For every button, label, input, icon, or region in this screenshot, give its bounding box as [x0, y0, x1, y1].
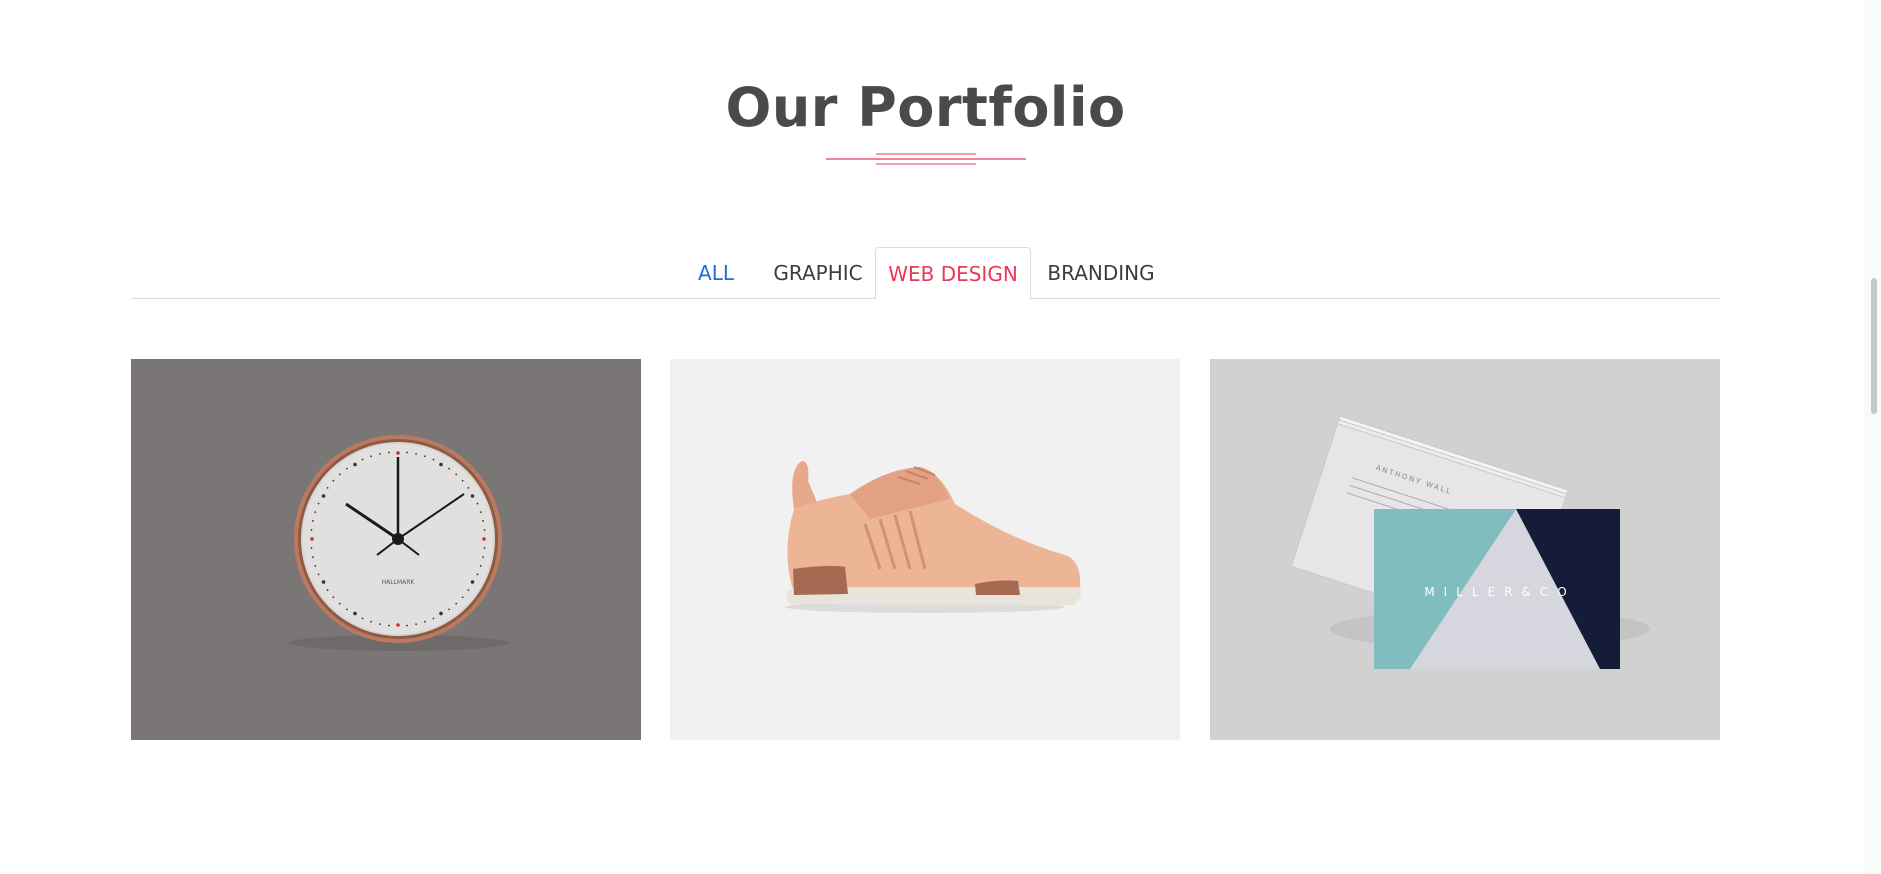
clock-tick	[326, 486, 329, 489]
clock-tick	[338, 602, 341, 605]
clock-tick	[467, 589, 470, 592]
wall-clock-image: HALLMARK	[131, 359, 641, 740]
clock-tick	[388, 451, 390, 454]
clock-tick	[470, 580, 475, 584]
clock-tick	[312, 556, 314, 558]
clock-tick	[461, 596, 464, 599]
clock-tick	[448, 608, 451, 611]
clock-tick	[332, 596, 335, 599]
clock-tick	[314, 564, 317, 567]
clock-tick	[310, 537, 314, 541]
clock-tick	[321, 580, 326, 584]
clock-tick	[439, 611, 443, 616]
clock-tick	[482, 520, 484, 522]
clock-tick	[432, 458, 435, 461]
clock-tick	[345, 608, 348, 611]
clock-tick	[432, 617, 435, 620]
tab-graphic[interactable]: GRAPHIC	[761, 247, 875, 299]
clock-tick	[338, 473, 341, 476]
clock-tick	[317, 573, 320, 576]
clock-face-text: HALLMARK	[382, 579, 416, 586]
section-title: Our Portfolio	[725, 76, 1126, 139]
clock-tick	[479, 564, 482, 567]
clock-tick	[388, 624, 390, 627]
tab-web-design[interactable]: WEB DESIGN	[875, 247, 1031, 300]
sneaker-image	[670, 359, 1180, 740]
clock-tick	[470, 494, 475, 498]
clock-tick	[321, 494, 326, 498]
clock-tick	[317, 502, 320, 505]
clock-tick	[483, 547, 486, 549]
clock-tick	[439, 462, 443, 467]
scrollbar-thumb[interactable]	[1871, 278, 1877, 414]
clock-tick	[423, 620, 426, 623]
clock-tick	[476, 573, 479, 576]
tab-branding[interactable]: BRANDING	[1031, 247, 1171, 299]
portfolio-item-clock[interactable]: HALLMARK	[131, 359, 641, 740]
portfolio-filter-tabs: ALL GRAPHIC WEB DESIGN BRANDING	[131, 247, 1721, 300]
clock-tick	[467, 486, 470, 489]
clock-tick	[482, 556, 484, 558]
portfolio-item-sneaker[interactable]	[670, 359, 1180, 740]
clock-tick	[396, 451, 400, 455]
clock-tick	[326, 589, 329, 592]
clock-tick	[379, 453, 381, 455]
tab-all[interactable]: ALL	[683, 247, 749, 299]
clock-tick	[396, 623, 400, 627]
clock-tick	[461, 479, 464, 482]
clock-tick	[406, 451, 408, 454]
clock-tick	[314, 511, 317, 514]
business-card-image: ANTHONY WALL MILLER&CO	[1210, 359, 1720, 740]
clock-tick	[483, 529, 486, 531]
clock-tick	[353, 611, 357, 616]
clock-tick	[370, 620, 373, 623]
clock-tick	[370, 455, 373, 458]
clock-tick	[332, 479, 335, 482]
clock-tick	[448, 467, 451, 470]
clock-tick	[415, 453, 417, 455]
clock-tick	[361, 458, 364, 461]
clock-tick	[312, 520, 314, 522]
clock-tick	[345, 467, 348, 470]
clock-tick	[455, 602, 458, 605]
clock-tick	[482, 537, 486, 541]
title-underline-decoration	[826, 153, 1026, 165]
clock-tick	[415, 623, 417, 625]
clock-tick	[479, 511, 482, 514]
clock-tick	[310, 547, 313, 549]
clock-tick	[361, 617, 364, 620]
portfolio-item-business-card[interactable]: ANTHONY WALL MILLER&CO	[1210, 359, 1720, 740]
card-brand-text: MILLER&CO	[1424, 585, 1575, 599]
clock-tick	[353, 462, 357, 467]
clock-tick	[406, 624, 408, 627]
clock-tick	[423, 455, 426, 458]
page-scrollbar[interactable]	[1864, 0, 1881, 874]
clock-tick	[379, 623, 381, 625]
clock-tick	[310, 529, 313, 531]
clock-tick	[455, 473, 458, 476]
clock-tick	[476, 502, 479, 505]
